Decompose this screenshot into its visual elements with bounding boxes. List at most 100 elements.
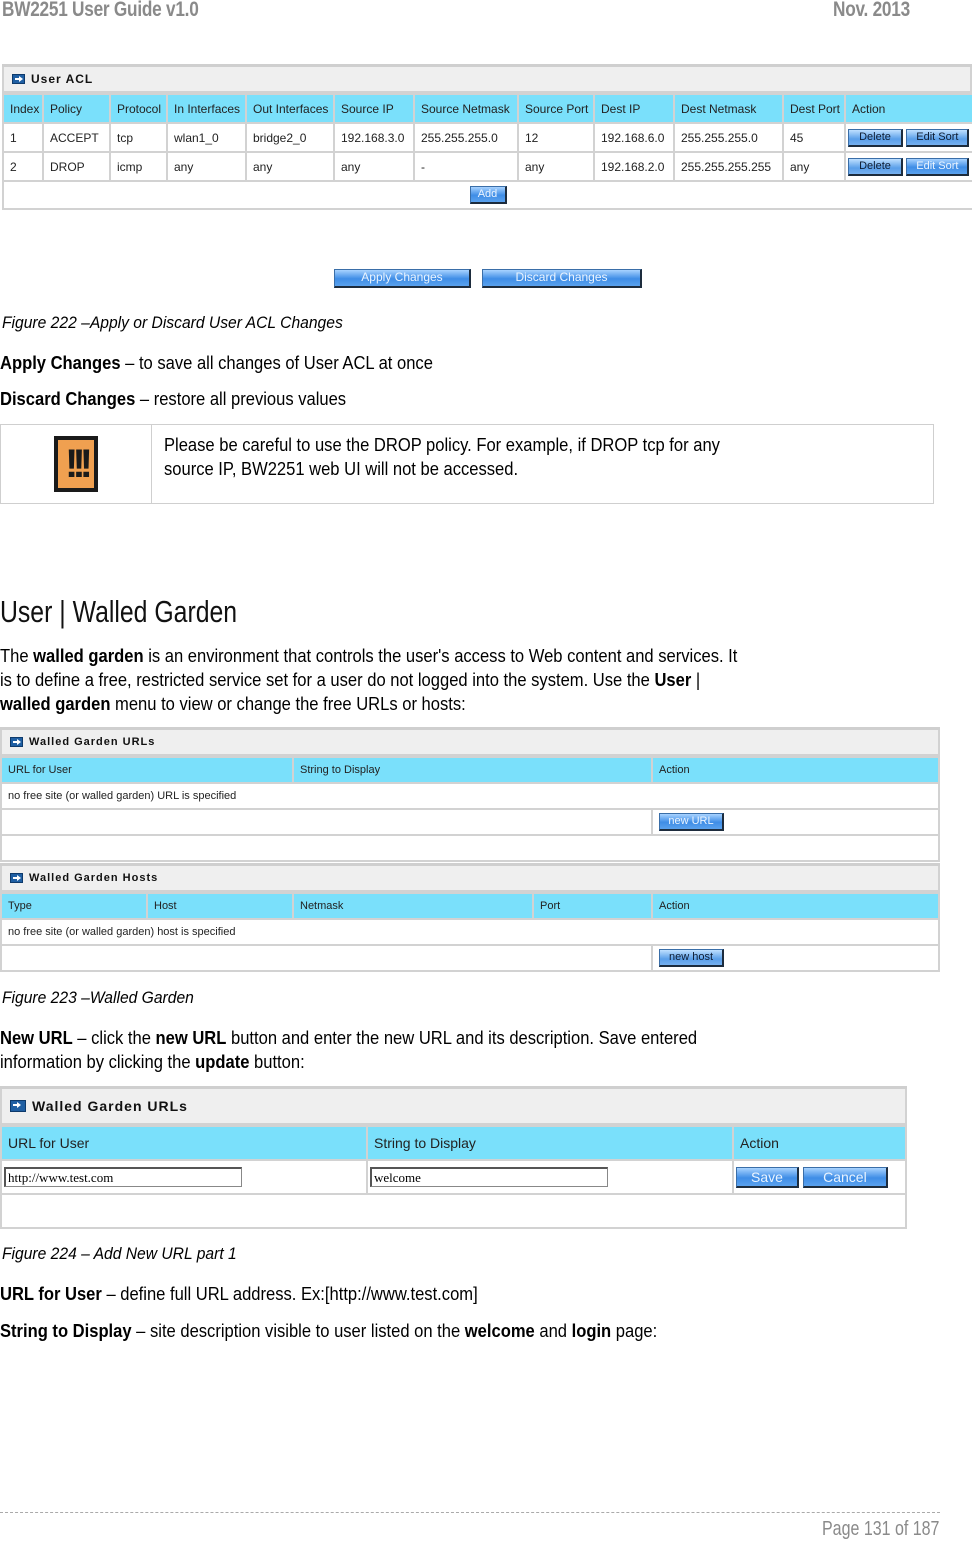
text: | [691, 670, 701, 690]
delete-button[interactable]: Delete [848, 157, 903, 176]
text: – define full URL address. Ex:[http://ww… [101, 1284, 478, 1304]
table-header-row: URL for User String to Display Action [0, 756, 940, 784]
term: walled garden [0, 694, 111, 714]
term: String to Display [0, 1321, 132, 1341]
cell-src-port: any [517, 151, 595, 182]
apply-changes-button[interactable]: Apply Changes [334, 269, 471, 288]
new-url-description-line-2: information by clicking the update butto… [0, 1050, 305, 1074]
edit-sort-button[interactable]: Edit Sort [906, 157, 970, 176]
cell-index: 1 [2, 122, 44, 153]
term: new URL [155, 1028, 227, 1048]
cell-src-mask: - [413, 151, 519, 182]
new-url-button[interactable]: new URL [659, 813, 724, 831]
text: The [0, 646, 34, 666]
apply-changes-description: Apply Changes – to save all changes of U… [0, 351, 433, 375]
cell-dst-mask: 255.255.255.255 [673, 151, 784, 182]
cell-src-ip: any [333, 151, 415, 182]
col-index: Index [2, 93, 44, 124]
term: URL for User [0, 1284, 102, 1304]
col-source-port: Source Port [517, 93, 595, 124]
add-cell: Add [2, 180, 972, 210]
add-url-title-bar: Walled Garden URLs [0, 1089, 907, 1125]
text: – site description visible to user liste… [131, 1321, 465, 1341]
add-button[interactable]: Add [469, 186, 507, 204]
walled-garden-hosts-panel: Walled Garden Hosts Type Host Netmask Po… [0, 863, 940, 972]
string-to-display-input[interactable] [370, 1167, 608, 1187]
section-arrow-icon [10, 1100, 26, 1112]
warning-note: !!! Please be careful to use the DROP po… [0, 424, 934, 504]
empty-message: no free site (or walled garden) URL is s… [0, 782, 940, 810]
section-arrow-icon [12, 74, 25, 84]
wg-urls-title-bar: Walled Garden URLs [0, 730, 940, 756]
wg-hosts-title: Walled Garden Hosts [29, 872, 159, 884]
delete-button[interactable]: Delete [848, 128, 903, 147]
cell-policy: DROP [42, 151, 111, 182]
col-out-interfaces: Out Interfaces [245, 93, 335, 124]
term: welcome [464, 1321, 535, 1341]
blank-cell [0, 834, 940, 862]
discard-changes-button[interactable]: Discard Changes [482, 269, 642, 288]
section-title: User | Walled Garden [0, 594, 238, 629]
cell-protocol: icmp [109, 151, 168, 182]
doc-date: Nov. 2013 [833, 0, 910, 21]
blank-cell [0, 1193, 907, 1229]
col-dest-netmask: Dest Netmask [673, 93, 784, 124]
cell-dst-ip: 192.168.6.0 [593, 122, 675, 153]
discard-changes-description: Discard Changes – restore all previous v… [0, 387, 346, 411]
blank-cell [0, 944, 653, 972]
col-port: Port [532, 892, 653, 920]
cell-in-if: wlan1_0 [166, 122, 247, 153]
footer-divider [0, 1512, 940, 1513]
wg-urls-table: URL for User String to Display Action no… [0, 756, 940, 862]
spacer-row [0, 1193, 907, 1229]
text: button and enter the new URL and its des… [226, 1028, 698, 1048]
new-url-description-line-1: New URL – click the new URL button and e… [0, 1026, 697, 1050]
cell-src-port: 12 [517, 122, 595, 153]
action-row: new host [0, 944, 940, 972]
definition: – to save all changes of User ACL at onc… [120, 353, 433, 373]
term: New URL [0, 1028, 73, 1048]
text: page: [611, 1321, 658, 1341]
col-action: Action [732, 1125, 907, 1161]
section-arrow-icon [10, 873, 23, 883]
term: Apply Changes [0, 353, 121, 373]
col-url-for-user: URL for User [0, 1125, 368, 1161]
cell-dst-port: 45 [782, 122, 846, 153]
action-cell: Save Cancel [732, 1159, 907, 1195]
edit-sort-button[interactable]: Edit Sort [906, 128, 970, 147]
save-button[interactable]: Save [736, 1166, 799, 1188]
col-dest-ip: Dest IP [593, 93, 675, 124]
intro-line-3: walled garden menu to view or change the… [0, 692, 466, 716]
section-arrow-icon [10, 737, 23, 747]
spacer-row [0, 834, 940, 862]
col-source-netmask: Source Netmask [413, 93, 519, 124]
term: login [571, 1321, 612, 1341]
edit-row: Save Cancel [0, 1159, 907, 1195]
cell-src-ip: 192.168.3.0 [333, 122, 415, 153]
wg-hosts-title-bar: Walled Garden Hosts [0, 866, 940, 892]
col-type: Type [0, 892, 148, 920]
col-action: Action [651, 756, 940, 784]
table-header-row: URL for User String to Display Action [0, 1125, 907, 1161]
url-for-user-input[interactable] [4, 1167, 242, 1187]
col-url-for-user: URL for User [0, 756, 294, 784]
url-cell [0, 1159, 368, 1195]
wg-urls-title: Walled Garden URLs [29, 736, 156, 748]
col-action: Action [651, 892, 940, 920]
cell-src-mask: 255.255.255.0 [413, 122, 519, 153]
cancel-button[interactable]: Cancel [802, 1166, 888, 1188]
text: is an environment that controls the user… [143, 646, 738, 666]
add-url-table: URL for User String to Display Action Sa… [0, 1125, 907, 1229]
user-acl-panel: User ACL Index Policy Protocol In Interf… [2, 64, 972, 210]
cell-in-if: any [166, 151, 247, 182]
cell-dst-ip: 192.168.2.0 [593, 151, 675, 182]
string-cell [366, 1159, 734, 1195]
note-icon-cell: !!! [1, 425, 152, 503]
cell-out-if: bridge2_0 [245, 122, 335, 153]
new-host-button[interactable]: new host [659, 949, 724, 967]
term: Discard Changes [0, 389, 136, 409]
add-url-title: Walled Garden URLs [32, 1098, 188, 1114]
text: menu to view or change the free URLs or … [110, 694, 466, 714]
figure-223-caption: Figure 223 –Walled Garden [2, 988, 194, 1007]
definition: – restore all previous values [135, 389, 347, 409]
